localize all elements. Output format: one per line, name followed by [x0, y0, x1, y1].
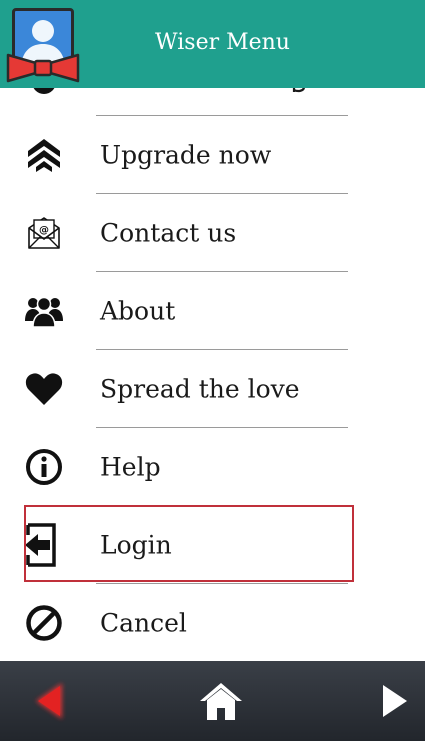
- home-icon: [200, 683, 242, 720]
- menu-item-label: Spread the love: [100, 374, 300, 404]
- menu-item-contact[interactable]: @ Contact us: [0, 194, 425, 272]
- cancel-circle-icon: [22, 601, 66, 645]
- menu-item-upgrade[interactable]: Upgrade now: [0, 116, 425, 194]
- group-people-icon: [22, 289, 66, 333]
- partial-text-fragment: [292, 88, 305, 93]
- menu-item-label: Cancel: [100, 608, 187, 638]
- home-button[interactable]: [190, 661, 252, 741]
- heart-icon: [22, 367, 66, 411]
- bottom-nav-bar: [0, 661, 425, 741]
- header-title: Wiser Menu: [155, 30, 290, 55]
- app-header: Wiser Menu: [0, 0, 425, 88]
- list-item-partial[interactable]: [0, 88, 425, 114]
- login-highlight-box: [24, 505, 354, 582]
- envelope-at-icon: @: [22, 211, 66, 255]
- back-button[interactable]: [18, 661, 78, 741]
- menu-item-label: Help: [100, 452, 161, 482]
- forward-button[interactable]: [370, 661, 420, 741]
- triangle-left-icon: [36, 683, 62, 719]
- menu-item-help[interactable]: Help: [0, 428, 425, 506]
- svg-text:@: @: [39, 225, 49, 236]
- info-circle-icon: [22, 445, 66, 489]
- menu-item-label: About: [100, 296, 176, 326]
- menu-item-spread-love[interactable]: Spread the love: [0, 350, 425, 428]
- menu-item-label: Contact us: [100, 218, 237, 248]
- menu-item-about[interactable]: About: [0, 272, 425, 350]
- chevron-up-double-icon: [22, 133, 66, 177]
- bowtie-icon: [6, 53, 80, 83]
- triangle-right-icon: [383, 685, 407, 717]
- partial-icon: [33, 88, 55, 94]
- menu-item-cancel[interactable]: Cancel: [0, 584, 425, 662]
- menu-item-label: Upgrade now: [100, 140, 272, 170]
